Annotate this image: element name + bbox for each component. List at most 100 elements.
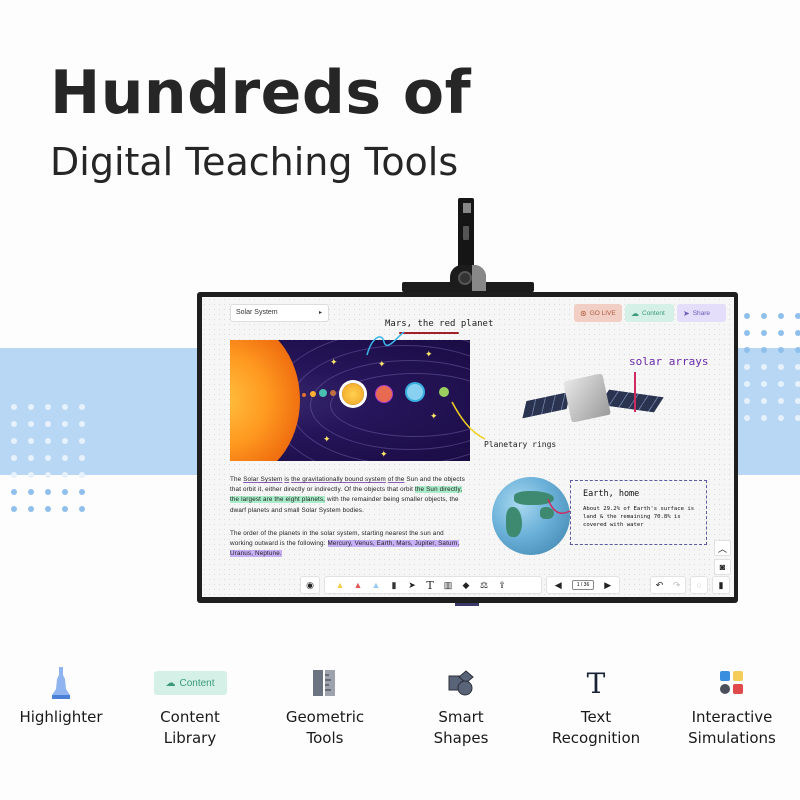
- record-button[interactable]: ◉: [300, 576, 320, 594]
- cursor-icon[interactable]: ➤: [405, 578, 419, 592]
- pattern-dot: [761, 330, 767, 336]
- pattern-dot: [761, 381, 767, 387]
- pattern-dot: [761, 398, 767, 404]
- simulation-blocks-icon: [720, 671, 743, 694]
- pattern-dot: [11, 489, 17, 495]
- pattern-dot: [11, 404, 17, 410]
- text-icon[interactable]: T: [423, 578, 437, 592]
- content-button[interactable]: ☁ Content: [625, 304, 674, 322]
- highlighter-icon: [52, 667, 70, 699]
- highlighter-red-icon[interactable]: ▲: [351, 578, 365, 592]
- pattern-dot: [45, 506, 51, 512]
- lesson-dropdown[interactable]: Solar System ▸: [230, 304, 329, 322]
- satellite-image[interactable]: [563, 373, 611, 423]
- whiteboard-screen: Solar System ▸ ⊛ GO LIVE ☁ Content ➤ Sha…: [202, 297, 734, 597]
- pattern-dot: [11, 472, 17, 478]
- clear-button[interactable]: ○: [690, 576, 708, 594]
- clear-icon: ○: [696, 580, 702, 590]
- interactive-display: Solar System ▸ ⊛ GO LIVE ☁ Content ➤ Sha…: [197, 292, 738, 603]
- feature-smart-shapes: Smart Shapes: [396, 665, 526, 749]
- pattern-dot: [744, 347, 750, 353]
- trash-icon: ▮: [718, 579, 724, 590]
- solar-system-image[interactable]: ✦ ✦ ✦ ✦ ✦ ✦: [230, 340, 470, 461]
- pattern-dot: [45, 404, 51, 410]
- pattern-dot: [11, 506, 17, 512]
- feature-highlighter: Highlighter: [0, 665, 126, 728]
- content-label: Content: [642, 309, 665, 317]
- export-icon[interactable]: ⇪: [495, 578, 509, 592]
- ruler-icon: [313, 670, 335, 696]
- pattern-dot: [79, 421, 85, 427]
- earth-note-box[interactable]: Earth, home About 29.2% of Earth's surfa…: [570, 480, 707, 545]
- go-live-button[interactable]: ⊛ GO LIVE: [574, 304, 622, 322]
- pattern-dot: [761, 347, 767, 353]
- pattern-dot: [761, 364, 767, 370]
- pattern-dot: [795, 330, 800, 336]
- paragraph-solar-system: The Solar System is the gravitationally …: [230, 476, 465, 514]
- collapse-button[interactable]: ︿: [714, 540, 731, 556]
- pattern-dot: [28, 455, 34, 461]
- pager: ◀ 1 / 36 ▶: [546, 576, 620, 594]
- shapes-icon[interactable]: ◆: [459, 578, 473, 592]
- send-icon: ➤: [683, 308, 690, 318]
- rss-icon: ⊛: [580, 308, 587, 318]
- redo-icon[interactable]: ↷: [670, 578, 683, 592]
- pattern-dot: [79, 455, 85, 461]
- tools-toolbar: ▲ ▲ ▲ ▮ ➤ T ▥ ◆ ⚖ ⇪: [324, 576, 542, 594]
- highlighter-yellow-icon[interactable]: ▲: [333, 578, 347, 592]
- pattern-dot: [62, 404, 68, 410]
- pattern-dot: [11, 455, 17, 461]
- solar-panel-left: [522, 391, 571, 419]
- monitor-stand: [455, 603, 479, 606]
- pattern-dot: [795, 415, 800, 421]
- headline-line2: Digital Teaching Tools: [50, 140, 459, 184]
- pattern-dot: [62, 489, 68, 495]
- share-button[interactable]: ➤ Share: [677, 304, 726, 322]
- pattern-dot: [45, 489, 51, 495]
- undo-icon[interactable]: ↶: [653, 578, 666, 592]
- next-page-icon[interactable]: ▶: [601, 578, 615, 592]
- pattern-dot: [778, 330, 784, 336]
- pattern-dot: [28, 421, 34, 427]
- pattern-dot: [79, 506, 85, 512]
- screenshot-button[interactable]: ◙: [714, 559, 731, 575]
- pattern-dot: [778, 381, 784, 387]
- earth-note-title: Earth, home: [583, 489, 640, 499]
- pattern-dot: [795, 381, 800, 387]
- pattern-dot: [79, 489, 85, 495]
- prev-page-icon[interactable]: ◀: [551, 578, 565, 592]
- dropdown-arrow-icon: ▸: [318, 310, 322, 316]
- annotation-planetary-rings: Planetary rings: [484, 440, 557, 449]
- pattern-dot: [795, 313, 800, 319]
- chevron-up-icon: ︿: [717, 543, 727, 554]
- highlighter-blue-icon[interactable]: ▲: [369, 578, 383, 592]
- delete-button[interactable]: ▮: [712, 576, 730, 594]
- pattern-dot: [795, 364, 800, 370]
- content-badge: ☁ Content: [153, 671, 227, 695]
- pattern-dot: [11, 421, 17, 427]
- pattern-dot: [744, 330, 750, 336]
- pattern-dot: [778, 398, 784, 404]
- headline-line1: Hundreds of: [50, 58, 472, 128]
- undo-redo-group: ↶ ↷: [650, 576, 686, 594]
- eraser-icon[interactable]: ▮: [387, 578, 401, 592]
- pattern-dot: [744, 313, 750, 319]
- annotation-arrow-pink: [547, 498, 571, 514]
- earth-note-body: About 29.2% of Earth's surface is land &…: [583, 506, 695, 528]
- shapes-icon: [448, 670, 474, 696]
- go-live-label: GO LIVE: [589, 309, 616, 317]
- pattern-dot: [28, 489, 34, 495]
- jupiter-circled: [342, 383, 364, 405]
- feature-text-recognition: T Text Recognition: [551, 666, 641, 748]
- text-icon: T: [586, 666, 606, 700]
- ruler-icon[interactable]: ▥: [441, 578, 455, 592]
- pattern-dot: [45, 421, 51, 427]
- annotation-arrow-blue: [366, 331, 405, 356]
- simulation-icon[interactable]: ⚖: [477, 578, 491, 592]
- pattern-dot: [45, 455, 51, 461]
- pattern-dot: [778, 313, 784, 319]
- pattern-dot: [744, 415, 750, 421]
- feature-interactive-simulations: Interactive Simulations: [667, 665, 797, 749]
- pattern-dot: [62, 472, 68, 478]
- cloud-icon: ☁: [631, 308, 639, 318]
